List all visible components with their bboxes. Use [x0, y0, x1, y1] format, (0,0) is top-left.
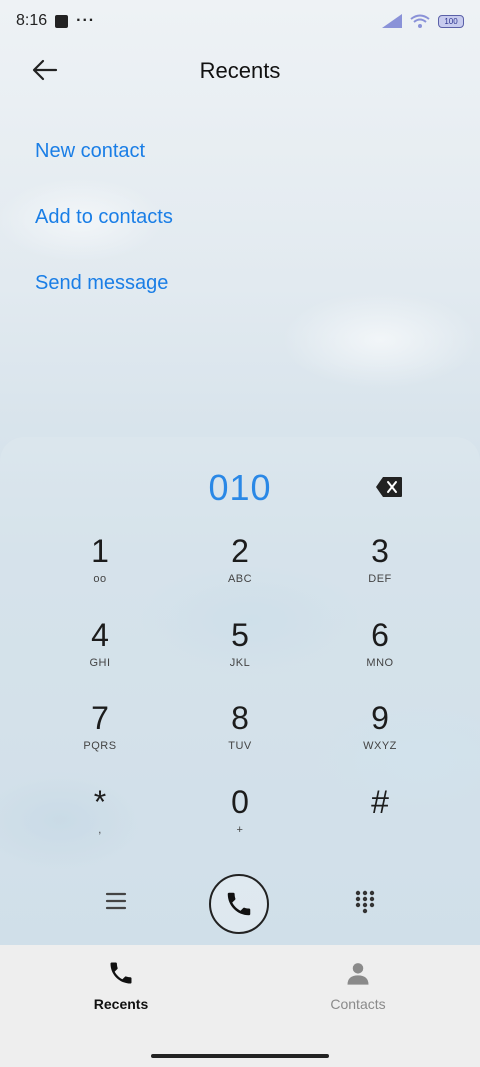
app-header: Recents	[0, 48, 480, 92]
page-title: Recents	[199, 58, 281, 83]
dial-key-star[interactable]: * ,	[40, 784, 160, 860]
tab-contacts[interactable]: Contacts	[298, 959, 418, 1012]
dial-key-4[interactable]: 4 GHI	[40, 617, 160, 693]
voicemail-icon: oo	[93, 573, 107, 585]
dial-key-3[interactable]: 3 DEF	[320, 533, 440, 609]
key-digit: 4	[91, 617, 109, 653]
key-digit: 0	[231, 784, 249, 820]
dial-key-7[interactable]: 7 PQRS	[40, 700, 160, 776]
key-digit: 5	[231, 617, 249, 653]
call-button[interactable]	[209, 874, 269, 934]
key-letters: PQRS	[83, 740, 117, 752]
phone-icon	[110, 962, 132, 984]
tab-label: Recents	[93, 996, 149, 1012]
signal-icon	[382, 14, 402, 28]
tab-recents[interactable]: Recents	[61, 959, 181, 1012]
more-dots-icon: ···	[76, 12, 96, 29]
key-letters: ,	[98, 824, 102, 836]
dial-key-0[interactable]: 0 +	[180, 784, 300, 860]
dialed-number: 010	[208, 467, 272, 508]
dial-key-9[interactable]: 9 WXYZ	[320, 700, 440, 776]
key-digit: 8	[231, 700, 249, 736]
key-letters: TUV	[228, 740, 252, 752]
key-digit: 6	[371, 617, 389, 653]
dial-key-6[interactable]: 6 MNO	[320, 617, 440, 693]
key-letters: GHI	[89, 657, 111, 669]
key-letters: +	[236, 824, 244, 836]
key-letters: WXYZ	[363, 740, 397, 752]
key-digit: 9	[371, 700, 389, 736]
dial-key-hash[interactable]: #	[320, 784, 440, 860]
notification-square-icon	[55, 14, 69, 28]
key-digit: #	[371, 784, 389, 820]
key-digit: 2	[231, 533, 249, 569]
key-digit: *	[93, 784, 107, 820]
send-message-link[interactable]: Send message	[35, 272, 173, 338]
dialpad-toggle-button[interactable]	[354, 890, 376, 914]
dial-key-8[interactable]: 8 TUV	[180, 700, 300, 776]
status-time: 8:16	[16, 12, 48, 29]
number-actions: New contact Add to contacts Send message	[35, 140, 173, 338]
bottom-tab-bar: Recents Contacts	[0, 945, 480, 1067]
key-letters: DEF	[368, 573, 392, 585]
backspace-icon	[376, 477, 402, 497]
status-bar: 8:16 ··· 100	[0, 0, 480, 42]
wifi-icon	[410, 14, 430, 28]
person-icon	[347, 963, 369, 985]
tab-label: Contacts	[330, 996, 386, 1012]
dialpad-grid-icon	[355, 890, 375, 914]
new-contact-link[interactable]: New contact	[35, 140, 173, 206]
key-letters: ABC	[227, 573, 253, 585]
battery-icon: 100	[438, 14, 464, 28]
dial-key-5[interactable]: 5 JKL	[180, 617, 300, 693]
home-indicator	[151, 1054, 329, 1058]
key-digit: 3	[371, 533, 389, 569]
call-icon	[227, 892, 251, 916]
key-letters: MNO	[366, 657, 394, 669]
key-digit: 1	[91, 533, 109, 569]
menu-icon	[105, 892, 127, 910]
backspace-button[interactable]	[375, 476, 403, 498]
key-letters: JKL	[229, 657, 251, 669]
dial-key-1[interactable]: 1 oo	[40, 533, 160, 609]
add-to-contacts-link[interactable]: Add to contacts	[35, 206, 173, 272]
dial-key-2[interactable]: 2 ABC	[180, 533, 300, 609]
key-digit: 7	[91, 700, 109, 736]
menu-button[interactable]	[104, 890, 128, 912]
